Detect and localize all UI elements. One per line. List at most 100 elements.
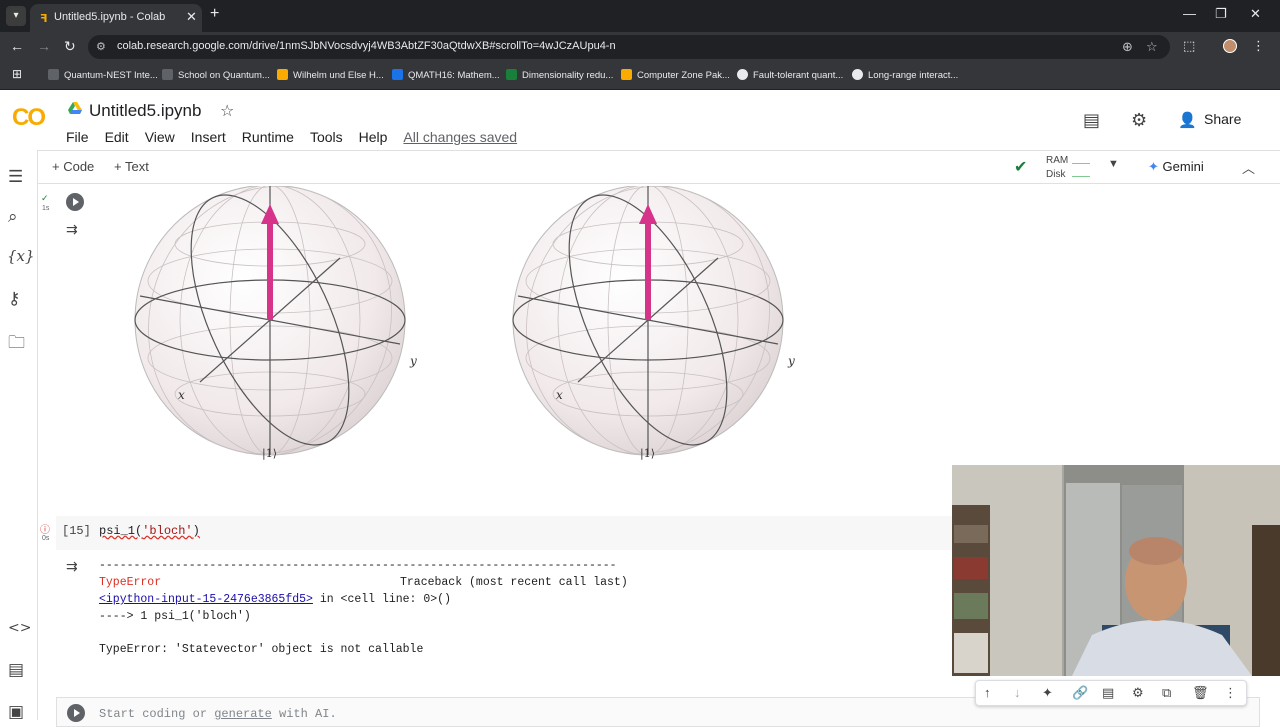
forward-icon[interactable]: →: [37, 38, 51, 54]
code-paren: ): [192, 524, 200, 538]
bookmark-label: Dimensionality redu...: [522, 70, 614, 81]
save-status-link[interactable]: All changes saved: [403, 129, 517, 145]
traceback-header-row: TypeError Traceback (most recent call las…: [99, 576, 628, 589]
url-text[interactable]: colab.research.google.com/drive/1nmSJbNV…: [117, 40, 616, 52]
more-options-icon[interactable]: ⋮: [1224, 685, 1237, 701]
chrome-menu-icon[interactable]: ⋮: [1252, 38, 1265, 54]
colab-logo[interactable]: CO: [12, 104, 46, 132]
move-down-icon[interactable]: ↓: [1014, 685, 1021, 700]
link-icon[interactable]: 🔗: [1072, 685, 1088, 701]
comments-icon[interactable]: ▤: [1083, 110, 1100, 131]
add-text-button[interactable]: + Text: [114, 159, 149, 174]
notebook-title[interactable]: Untitled5.ipynb: [89, 101, 201, 121]
output-toggle-icon[interactable]: ⇉: [66, 221, 78, 238]
menu-insert[interactable]: Insert: [191, 129, 226, 145]
gemini-sparkle-icon: ✦: [1148, 159, 1159, 174]
runtime-dropdown-icon[interactable]: ▼: [1108, 158, 1119, 170]
add-code-button[interactable]: + Code: [52, 159, 94, 174]
move-up-icon[interactable]: ↑: [984, 685, 991, 700]
ram-usage-bar: [1072, 163, 1090, 164]
bookmark-5[interactable]: Computer Zone Pak...: [621, 69, 730, 81]
collapse-chevron-icon[interactable]: ︿: [1242, 158, 1255, 177]
code-editor[interactable]: psi_1('bloch'): [99, 524, 200, 538]
menu-view[interactable]: View: [145, 129, 175, 145]
cell-placeholder: Start coding or generate with AI.: [99, 707, 337, 721]
mirror-cell-icon[interactable]: ⧉: [1162, 685, 1171, 701]
run-cell-button[interactable]: [66, 193, 84, 211]
generate-link[interactable]: generate: [214, 707, 272, 721]
menu-help[interactable]: Help: [359, 129, 388, 145]
placeholder-end: with AI.: [271, 707, 337, 721]
disk-usage-bar: [1072, 176, 1090, 177]
menu-runtime[interactable]: Runtime: [242, 129, 294, 145]
bookmark-label: Wilhelm und Else H...: [293, 70, 384, 81]
files-folder-icon[interactable]: 🗀: [8, 330, 25, 359]
command-palette-icon[interactable]: ▤: [8, 660, 24, 680]
search-icon[interactable]: ⌕: [8, 207, 18, 227]
browser-tab[interactable]: ꟻ Untitled5.ipynb - Colab ✕: [30, 4, 202, 32]
google-drive-icon: [68, 102, 82, 114]
left-sidebar: ☰ ⌕ {x} ⚷ 🗀 <> ▤ ▣: [0, 150, 38, 722]
bookmark-7[interactable]: Long-range interact...: [852, 69, 958, 81]
ipython-input-link[interactable]: <ipython-input-15-2476e3865fd5>: [99, 593, 313, 606]
placeholder-start: Start coding or: [99, 707, 215, 721]
error-type: TypeError: [99, 576, 162, 589]
menu-file[interactable]: File: [66, 129, 89, 145]
bookmark-4[interactable]: Dimensionality redu...: [506, 69, 613, 81]
notebook-toolbar: + Code + Text ✔ RAM Disk ▼ ✦ Gemini ︿: [38, 150, 1280, 184]
secrets-key-icon[interactable]: ⚷: [8, 289, 20, 309]
tab-close-icon[interactable]: ✕: [186, 9, 197, 25]
bookmark-6[interactable]: Fault-tolerant quant...: [737, 69, 843, 81]
traceback-divider: ----------------------------------------…: [99, 559, 617, 572]
bookmark-2[interactable]: Wilhelm und Else H...: [277, 69, 384, 81]
zoom-icon[interactable]: ⊕: [1122, 39, 1133, 55]
bookmark-3[interactable]: QMATH16: Mathem...: [392, 69, 500, 81]
settings-gear-icon[interactable]: ⚙: [1131, 110, 1147, 131]
extensions-icon[interactable]: ⬚: [1183, 38, 1195, 54]
bookmark-favicon-icon: [392, 69, 403, 80]
address-bar[interactable]: ⚙ colab.research.google.com/drive/1nmSJb…: [88, 35, 1170, 59]
tab-search-icon[interactable]: ▾: [6, 6, 26, 26]
new-tab-icon[interactable]: +: [210, 5, 219, 23]
bookmark-0[interactable]: Quantum-NEST Inte...: [48, 69, 158, 81]
bookmark-star-icon[interactable]: ☆: [1146, 39, 1158, 55]
minimize-icon[interactable]: —: [1183, 6, 1196, 21]
gemini-sparkle-icon[interactable]: ✦: [1042, 685, 1053, 701]
bookmark-label: School on Quantum...: [178, 70, 270, 81]
table-of-contents-icon[interactable]: ☰: [8, 167, 23, 187]
profile-avatar[interactable]: [1223, 39, 1237, 53]
apps-grid-icon[interactable]: ⊞: [12, 67, 22, 81]
restore-icon[interactable]: ❐: [1215, 6, 1227, 22]
x-axis-label: x: [556, 388, 563, 402]
comment-icon[interactable]: ▤: [1102, 685, 1114, 701]
share-button[interactable]: Share: [1204, 111, 1241, 127]
x-axis-label: x: [178, 388, 185, 402]
bookmark-1[interactable]: School on Quantum...: [162, 69, 270, 81]
run-cell-button[interactable]: [67, 704, 85, 722]
star-icon[interactable]: ☆: [220, 101, 234, 121]
traceback-arrow-line: ----> 1 psi_1('bloch'): [99, 610, 251, 623]
back-icon[interactable]: ←: [10, 38, 24, 54]
gemini-button[interactable]: ✦ Gemini: [1148, 159, 1204, 175]
site-info-icon[interactable]: ⚙: [96, 40, 106, 53]
terminal-icon[interactable]: ▣: [8, 702, 24, 722]
traceback-header: Traceback (most recent call last): [400, 576, 628, 589]
delete-icon[interactable]: 🗑: [1192, 685, 1209, 701]
variables-icon[interactable]: {x}: [7, 247, 35, 265]
bookmark-label: QMATH16: Mathem...: [408, 70, 500, 81]
code-string: 'bloch': [142, 524, 193, 538]
output-toggle-icon[interactable]: ⇉: [66, 558, 78, 575]
bookmark-favicon-icon: [852, 69, 863, 80]
cell-line: <cell line: 0>(): [340, 593, 451, 606]
menu-tools[interactable]: Tools: [310, 129, 343, 145]
cell-success-check-icon: ✓: [41, 193, 49, 203]
window-close-icon[interactable]: ✕: [1250, 6, 1261, 22]
colab-favicon-icon: ꟻ: [40, 13, 48, 25]
bloch-sphere-2: x y |1⟩: [498, 184, 798, 466]
reload-icon[interactable]: ↻: [64, 38, 76, 55]
colab-header: CO Untitled5.ipynb ☆ File Edit View Insert R…: [0, 90, 1280, 150]
menu-edit[interactable]: Edit: [105, 129, 129, 145]
cell-settings-icon[interactable]: ⚙: [1132, 685, 1144, 701]
browser-toolbar: ← → ↻ ⚙ colab.research.google.com/drive/…: [0, 32, 1280, 62]
code-snippets-icon[interactable]: <>: [8, 620, 31, 636]
